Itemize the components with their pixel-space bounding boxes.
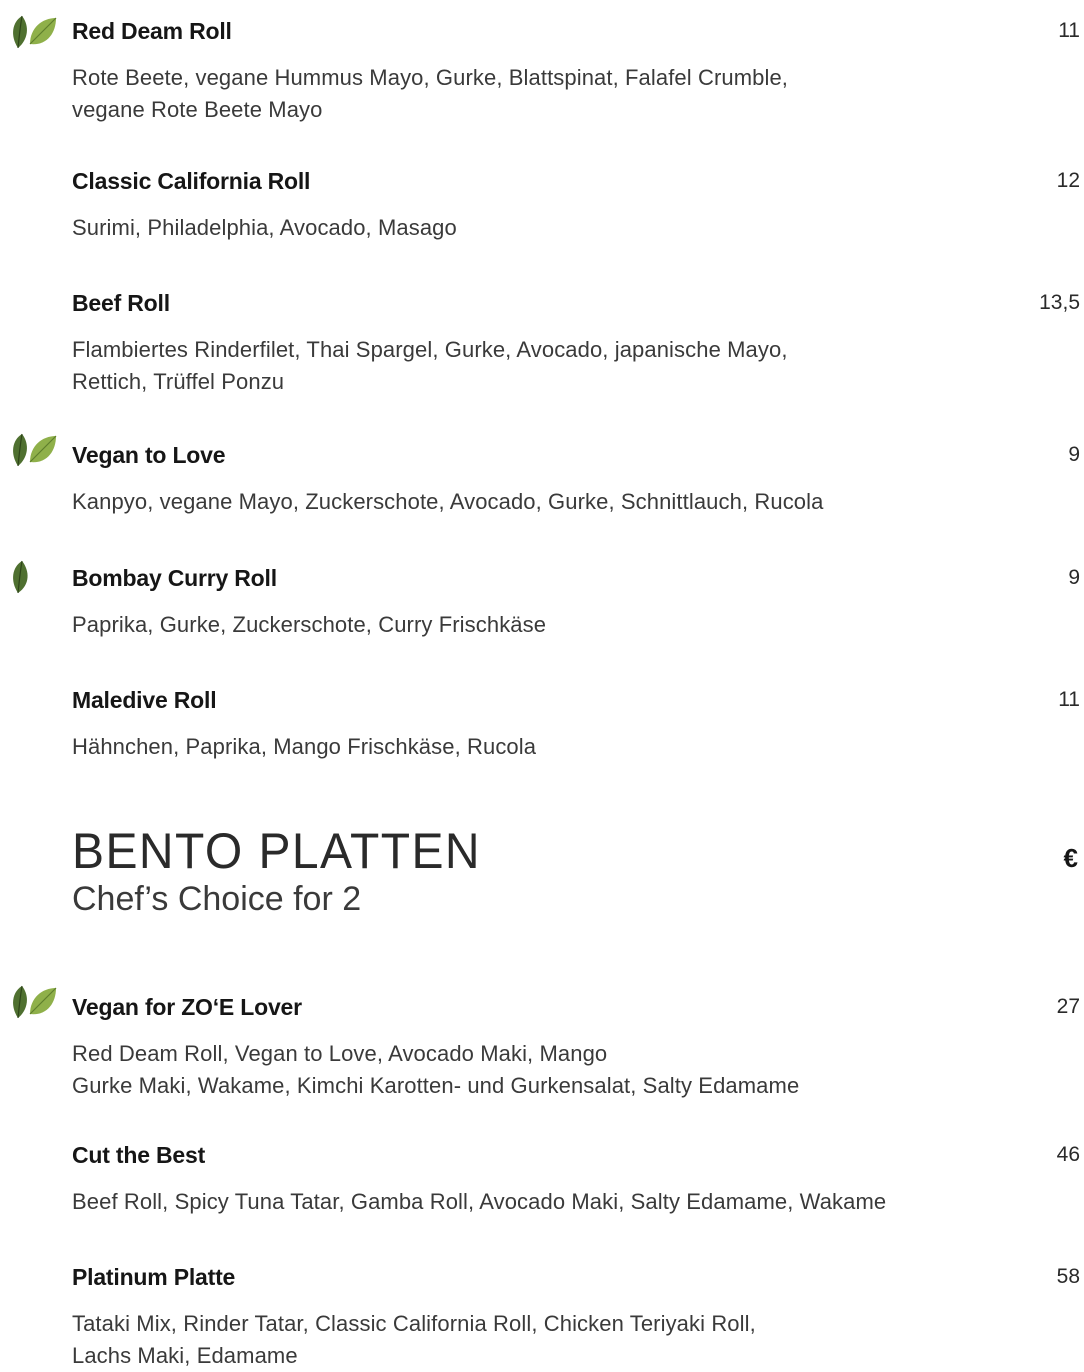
item-price: 27 [1056, 995, 1080, 1018]
description-line: Rote Beete, vegane Hummus Mayo, Gurke, B… [72, 65, 789, 90]
item-description: Kanpyo, vegane Mayo, Zuckerschote, Avoca… [72, 486, 1012, 518]
section-header: BENTO PLATTEN Chef’s Choice for 2 € [0, 822, 1084, 932]
item-name: Maledive Roll [72, 687, 217, 713]
section-subtitle: Chef’s Choice for 2 [72, 880, 362, 918]
description-line: Red Deam Roll, Vegan to Love, Avocado Ma… [72, 1041, 608, 1066]
description-line: Paprika, Gurke, Zuckerschote, Curry Fris… [72, 612, 547, 637]
item-price: 58 [1056, 1265, 1080, 1288]
item-name: Red Deam Roll [72, 18, 232, 44]
item-name: Cut the Best [72, 1142, 206, 1168]
item-name: Vegan for ZO‘E Lover [72, 994, 302, 1020]
description-line: Beef Roll, Spicy Tuna Tatar, Gamba Roll,… [72, 1189, 887, 1214]
menu-page: Red Deam Roll 11 Rote Beete, vegane Humm… [0, 0, 1084, 1368]
double-leaf-icon [8, 14, 58, 50]
description-line: Surimi, Philadelphia, Avocado, Masago [72, 215, 457, 240]
item-name: Vegan to Love [72, 442, 226, 468]
description-line: Flambiertes Rinderfilet, Thai Spargel, G… [72, 337, 788, 362]
single-leaf-icon [8, 559, 58, 595]
description-line: Rettich, Trüffel Ponzu [72, 369, 285, 394]
item-name: Platinum Platte [72, 1264, 236, 1290]
item-name: Bombay Curry Roll [72, 565, 277, 591]
description-line: Lachs Maki, Edamame [72, 1343, 298, 1368]
item-description: Rote Beete, vegane Hummus Mayo, Gurke, B… [72, 62, 1012, 126]
item-price: 9 [1068, 566, 1080, 589]
item-price: 9 [1068, 443, 1080, 466]
description-line: Tataki Mix, Rinder Tatar, Classic Califo… [72, 1311, 756, 1336]
double-leaf-icon [8, 984, 58, 1020]
double-leaf-icon [8, 432, 58, 468]
item-name: Beef Roll [72, 290, 170, 316]
section-title: BENTO PLATTEN [72, 823, 482, 879]
item-price: 13,5 [1039, 291, 1080, 314]
item-description: Surimi, Philadelphia, Avocado, Masago [72, 212, 1012, 244]
item-price: 46 [1056, 1143, 1080, 1166]
item-price: 11 [1058, 688, 1080, 711]
description-line: vegane Rote Beete Mayo [72, 97, 323, 122]
item-description: Flambiertes Rinderfilet, Thai Spargel, G… [72, 334, 1012, 398]
description-line: Gurke Maki, Wakame, Kimchi Karotten- und… [72, 1073, 800, 1098]
item-description: Hähnchen, Paprika, Mango Frischkäse, Ruc… [72, 731, 1012, 763]
item-price: 12 [1056, 169, 1080, 192]
item-description: Tataki Mix, Rinder Tatar, Classic Califo… [72, 1308, 1012, 1372]
item-description: Beef Roll, Spicy Tuna Tatar, Gamba Roll,… [72, 1186, 1012, 1218]
item-description: Paprika, Gurke, Zuckerschote, Curry Fris… [72, 609, 1012, 641]
currency-symbol: € [1063, 843, 1078, 873]
description-line: Hähnchen, Paprika, Mango Frischkäse, Ruc… [72, 734, 537, 759]
item-price: 11 [1058, 19, 1080, 42]
item-name: Classic California Roll [72, 168, 311, 194]
item-description: Red Deam Roll, Vegan to Love, Avocado Ma… [72, 1038, 1012, 1102]
description-line: Kanpyo, vegane Mayo, Zuckerschote, Avoca… [72, 489, 824, 514]
